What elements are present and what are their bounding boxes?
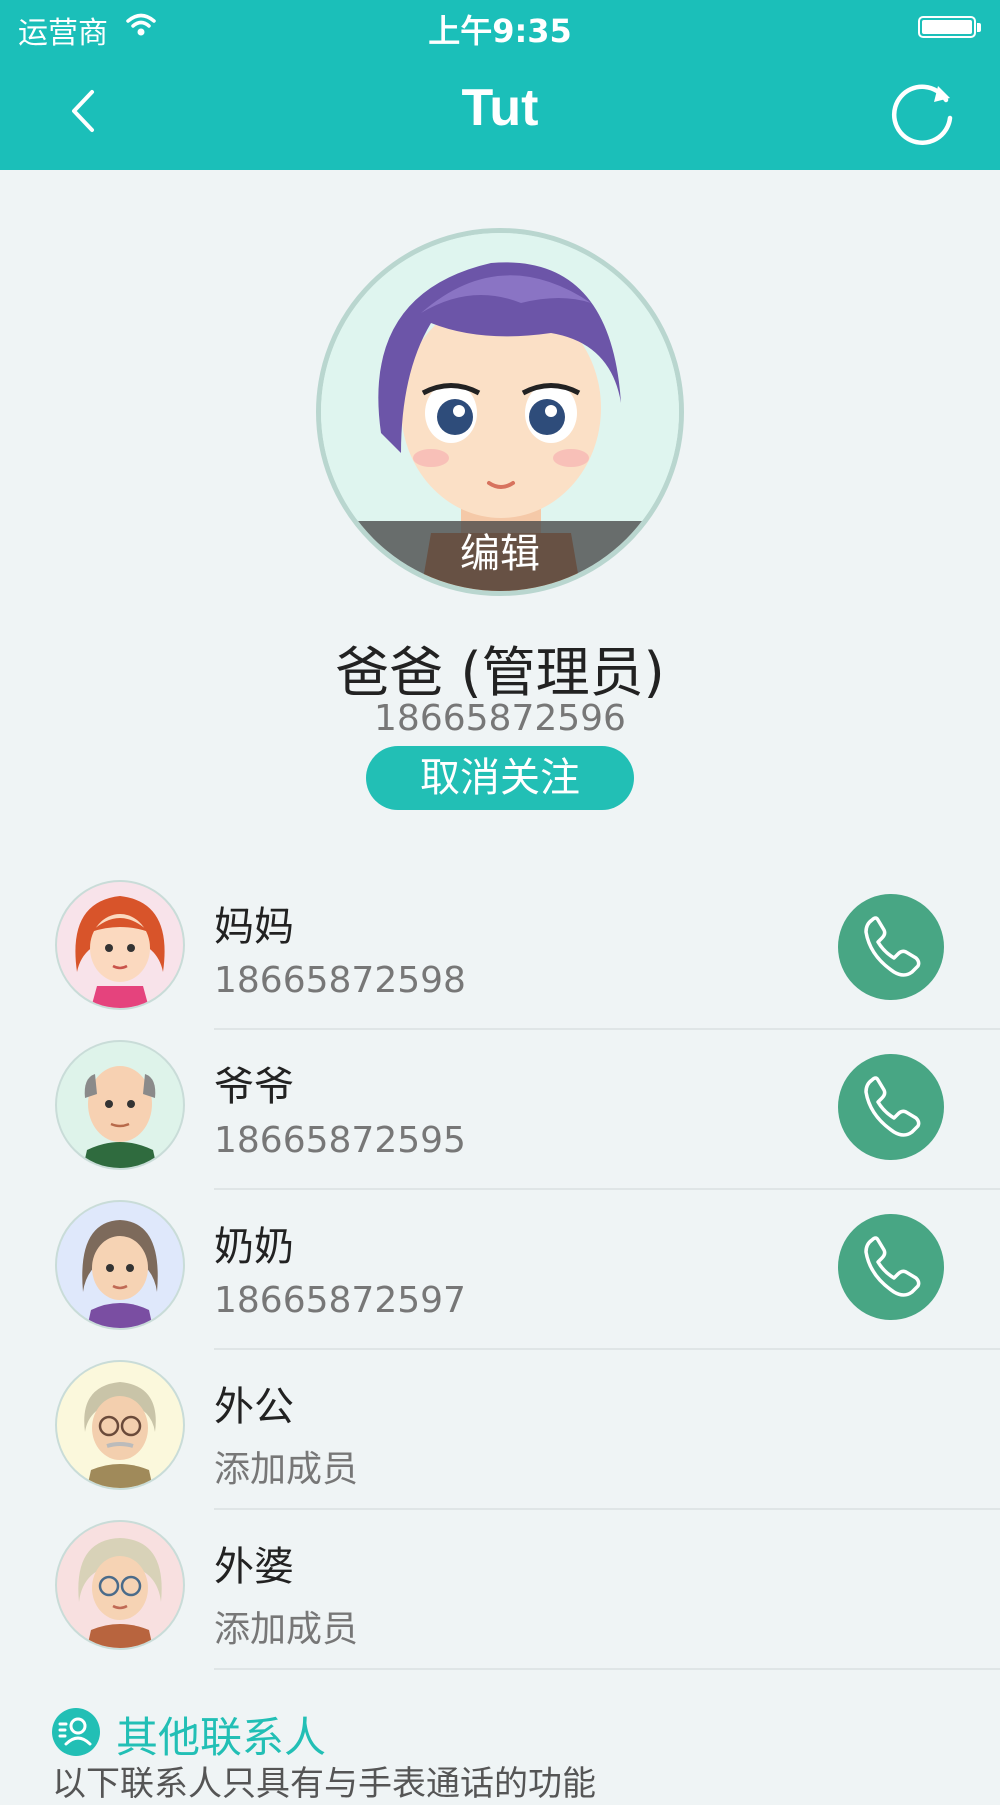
unfollow-button[interactable]: 取消关注 [366, 746, 634, 810]
member-phone: 18665872595 [214, 1120, 466, 1161]
member-phone: 18665872598 [214, 960, 466, 1001]
phone-icon [864, 916, 921, 977]
member-row-mama[interactable]: 妈妈 18665872598 [0, 872, 1000, 1032]
profile-name: 爸爸 (管理员) [335, 641, 665, 704]
edit-avatar-button[interactable]: 编辑 [321, 521, 679, 591]
profile-avatar[interactable]: 编辑 [316, 228, 684, 596]
member-row-nainai[interactable]: 奶奶 18665872597 [0, 1192, 1000, 1352]
phone-icon [864, 1076, 921, 1137]
member-row-waipo[interactable]: 外婆 添加成员 [0, 1512, 1000, 1672]
avatar [55, 1360, 185, 1490]
divider [214, 1188, 1000, 1190]
refresh-button[interactable] [890, 78, 958, 146]
battery-icon [918, 16, 981, 38]
contacts-icon [52, 1708, 100, 1756]
status-bar: 运营商 上午9:35 [0, 0, 1000, 56]
other-contacts-note: 以下联系人只具有与手表通话的功能 [52, 1764, 596, 1804]
avatar [55, 1200, 185, 1330]
nav-bar: Tut [0, 56, 1000, 170]
divider [214, 1508, 1000, 1510]
divider [214, 1028, 1000, 1030]
call-button[interactable] [838, 1054, 944, 1160]
avatar [55, 1040, 185, 1170]
avatar [55, 880, 185, 1010]
call-button[interactable] [838, 894, 944, 1000]
member-name: 奶奶 [214, 1224, 294, 1270]
member-name: 外婆 [214, 1544, 294, 1590]
phone-icon [864, 1236, 921, 1297]
divider [214, 1348, 1000, 1350]
divider [214, 1668, 1000, 1670]
member-name: 妈妈 [214, 904, 294, 950]
member-row-yeye[interactable]: 爷爷 18665872595 [0, 1032, 1000, 1192]
member-name: 爷爷 [214, 1064, 294, 1110]
add-member-link[interactable]: 添加成员 [214, 1440, 358, 1492]
member-name: 外公 [214, 1384, 294, 1430]
refresh-icon [891, 84, 953, 145]
call-button[interactable] [838, 1214, 944, 1320]
status-time: 上午9:35 [428, 12, 572, 50]
profile-phone: 18665872596 [374, 698, 626, 739]
member-row-waigong[interactable]: 外公 添加成员 [0, 1352, 1000, 1512]
page-title: Tut [461, 79, 539, 137]
add-member-link[interactable]: 添加成员 [214, 1600, 358, 1652]
member-phone: 18665872597 [214, 1280, 466, 1321]
avatar [55, 1520, 185, 1650]
